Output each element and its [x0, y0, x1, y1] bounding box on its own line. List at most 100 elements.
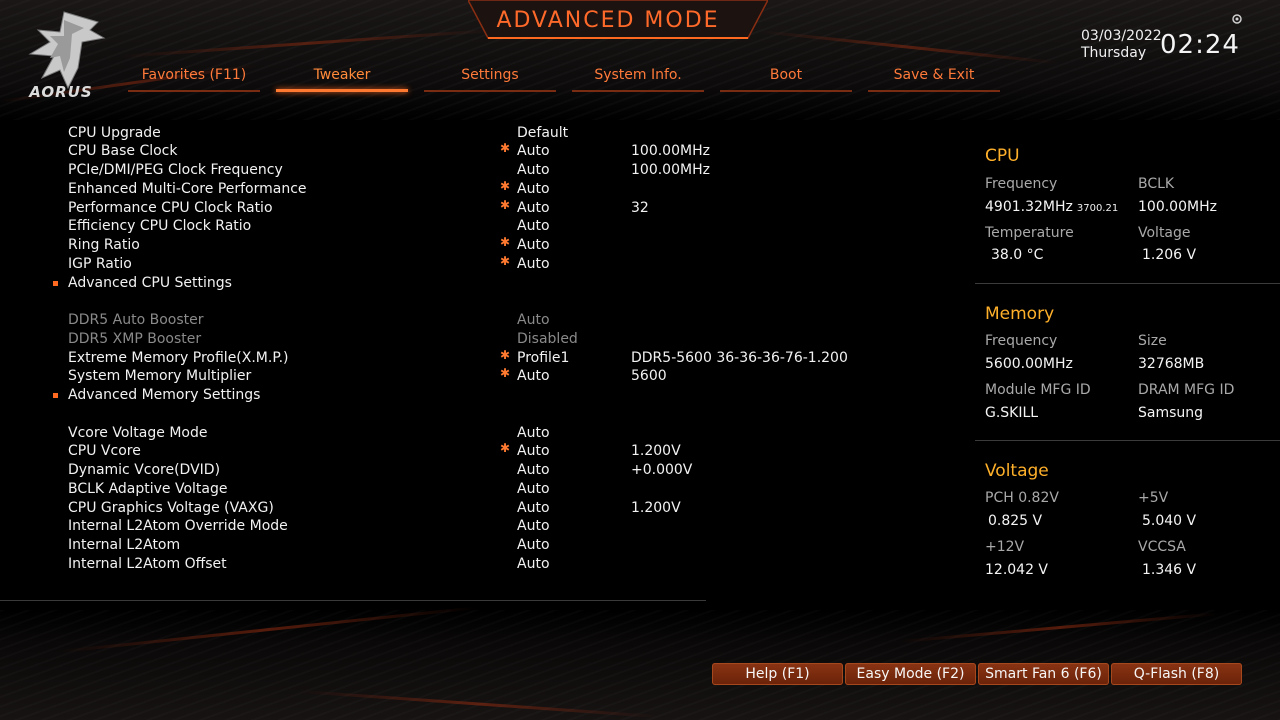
- setting-label: Enhanced Multi-Core Performance: [68, 180, 307, 197]
- setting-label: BCLK Adaptive Voltage: [68, 480, 228, 497]
- setting-value[interactable]: Auto: [517, 442, 550, 461]
- tab-system-info[interactable]: System Info.: [572, 66, 704, 92]
- tab-tweaker[interactable]: Tweaker: [276, 66, 408, 92]
- tab-favorites[interactable]: Favorites (F11): [128, 66, 260, 92]
- dram-mfg-label: DRAM MFG ID: [1138, 382, 1235, 398]
- setting-value[interactable]: Auto: [517, 555, 550, 574]
- panel-divider: [975, 440, 1280, 441]
- setting-current-reading: 1.200V: [631, 499, 681, 516]
- setting-label: Dynamic Vcore(DVID): [68, 462, 221, 478]
- q-flash-button[interactable]: Q-Flash (F8): [1111, 663, 1242, 685]
- modified-star-icon: ✱: [500, 366, 511, 381]
- setting-label: IGP Ratio: [68, 255, 132, 272]
- submenu-bullet-icon: [53, 280, 58, 286]
- cpu-bclk-label: BCLK: [1138, 176, 1175, 192]
- setting-row[interactable]: CPU Vcore ✱ Auto 1.200V: [0, 441, 710, 461]
- setting-row[interactable]: DDR5 Auto Booster Auto: [0, 311, 710, 330]
- help-button[interactable]: Help (F1): [712, 663, 843, 685]
- setting-value[interactable]: Auto: [517, 499, 550, 518]
- setting-row[interactable]: Ring Ratio ✱ Auto: [0, 235, 710, 255]
- setting-value[interactable]: Disabled: [517, 330, 578, 349]
- cpu-section-title: CPU: [985, 146, 1020, 166]
- setting-label: Performance CPU Clock Ratio: [68, 199, 273, 216]
- setting-row[interactable]: Vcore Voltage Mode Auto: [0, 424, 710, 443]
- memory-size-value: 32768MB: [1138, 356, 1205, 372]
- setting-current-reading: +0.000V: [631, 462, 693, 478]
- setting-value[interactable]: Auto: [517, 199, 550, 218]
- settings-list: CPU Upgrade Default CPU Base Clock ✱ Auto 100…: [0, 122, 848, 602]
- setting-row[interactable]: Internal L2Atom Offset Auto: [0, 555, 710, 574]
- setting-row[interactable]: Internal L2Atom Override Mode Auto: [0, 517, 710, 536]
- setting-current-reading: 100.00MHz: [631, 162, 710, 178]
- modified-star-icon: ✱: [500, 235, 511, 249]
- smart-fan-button[interactable]: Smart Fan 6 (F6): [978, 663, 1109, 685]
- setting-label: CPU Graphics Voltage (VAXG): [68, 499, 274, 516]
- setting-value[interactable]: Default: [517, 124, 568, 143]
- setting-value[interactable]: Profile1: [517, 349, 569, 368]
- easy-mode-button[interactable]: Easy Mode (F2): [845, 663, 976, 685]
- submenu-bullet-icon: [53, 393, 58, 398]
- voltage-section-title: Voltage: [985, 461, 1049, 481]
- setting-row[interactable]: Performance CPU Clock Ratio ✱ Auto 32: [0, 197, 710, 218]
- cpu-frequency-value: 4901.32MHz 3700.21: [985, 199, 1118, 215]
- setting-value[interactable]: Auto: [517, 311, 550, 330]
- setting-value[interactable]: Auto: [517, 217, 550, 236]
- setting-value[interactable]: Auto: [517, 424, 550, 443]
- submenu-item[interactable]: Advanced Memory Settings: [0, 386, 710, 405]
- modified-star-icon: ✱: [500, 197, 511, 212]
- gear-icon[interactable]: [1232, 14, 1242, 24]
- module-mfg-value: G.SKILL: [985, 405, 1039, 421]
- setting-label: Advanced CPU Settings: [68, 274, 232, 291]
- memory-section-title: Memory: [985, 304, 1055, 324]
- memory-frequency-value: 5600.00MHz: [985, 356, 1073, 372]
- module-mfg-label: Module MFG ID: [985, 382, 1091, 398]
- setting-row[interactable]: Dynamic Vcore(DVID) Auto +0.000V: [0, 461, 710, 480]
- modified-star-icon: ✱: [500, 441, 511, 456]
- setting-row[interactable]: Internal L2Atom Auto: [0, 536, 710, 555]
- setting-current-reading: DDR5-5600 36-36-36-76-1.200: [631, 349, 848, 366]
- submenu-item[interactable]: Advanced CPU Settings: [0, 274, 710, 293]
- setting-value[interactable]: Auto: [517, 367, 550, 386]
- clock-time: 02:24: [1160, 30, 1240, 60]
- setting-row[interactable]: System Memory Multiplier ✱ Auto 5600: [0, 366, 710, 386]
- setting-row[interactable]: CPU Upgrade Default: [0, 124, 710, 143]
- setting-label: PCIe/DMI/PEG Clock Frequency: [68, 162, 283, 178]
- setting-row[interactable]: Extreme Memory Profile(X.M.P.) ✱ Profile1 D…: [0, 348, 848, 368]
- setting-value[interactable]: Auto: [517, 142, 550, 161]
- setting-value[interactable]: Auto: [517, 536, 550, 555]
- setting-value[interactable]: Auto: [517, 236, 550, 255]
- cpu-temperature-label: Temperature: [985, 225, 1074, 241]
- setting-value[interactable]: Auto: [517, 180, 550, 199]
- setting-value[interactable]: Auto: [517, 255, 550, 274]
- tab-save-exit[interactable]: Save & Exit: [868, 66, 1000, 92]
- setting-label: Efficiency CPU Clock Ratio: [68, 218, 252, 235]
- setting-row[interactable]: DDR5 XMP Booster Disabled: [0, 330, 710, 349]
- cpu-temperature-value: 38.0 °C: [991, 247, 1044, 263]
- setting-row[interactable]: BCLK Adaptive Voltage Auto: [0, 480, 710, 499]
- dram-mfg-value: Samsung: [1138, 405, 1204, 421]
- tab-boot[interactable]: Boot: [720, 66, 852, 92]
- setting-row[interactable]: Efficiency CPU Clock Ratio Auto: [0, 217, 710, 236]
- setting-row[interactable]: IGP Ratio ✱ Auto: [0, 253, 710, 274]
- setting-value[interactable]: Auto: [517, 480, 550, 499]
- cpu-frequency-sub: 3700.21: [1076, 203, 1119, 214]
- setting-row[interactable]: CPU Base Clock ✱ Auto 100.00MHz: [0, 141, 710, 161]
- setting-label: Advanced Memory Settings: [68, 387, 261, 403]
- setting-current-reading: 1.200V: [631, 443, 681, 460]
- tab-settings[interactable]: Settings: [424, 66, 556, 92]
- panel-divider: [975, 283, 1280, 284]
- day-text: Thursday: [1081, 45, 1147, 61]
- memory-frequency-label: Frequency: [985, 333, 1058, 349]
- modified-star-icon: ✱: [500, 141, 511, 156]
- logo-text: AORUS: [29, 83, 93, 101]
- setting-row[interactable]: PCIe/DMI/PEG Clock Frequency Auto 100.00MH…: [0, 161, 710, 180]
- date-display: 03/03/2022 Thursday: [1081, 28, 1162, 62]
- setting-value[interactable]: Auto: [517, 161, 550, 180]
- setting-row[interactable]: CPU Graphics Voltage (VAXG) Auto 1.200V: [0, 499, 710, 518]
- setting-row[interactable]: Enhanced Multi-Core Performance ✱ Auto: [0, 179, 710, 199]
- setting-value[interactable]: Auto: [517, 461, 550, 480]
- setting-label: CPU Base Clock: [68, 143, 178, 160]
- setting-value[interactable]: Auto: [517, 517, 550, 536]
- pch-value: 0.825 V: [988, 513, 1043, 529]
- modified-star-icon: ✱: [500, 253, 511, 268]
